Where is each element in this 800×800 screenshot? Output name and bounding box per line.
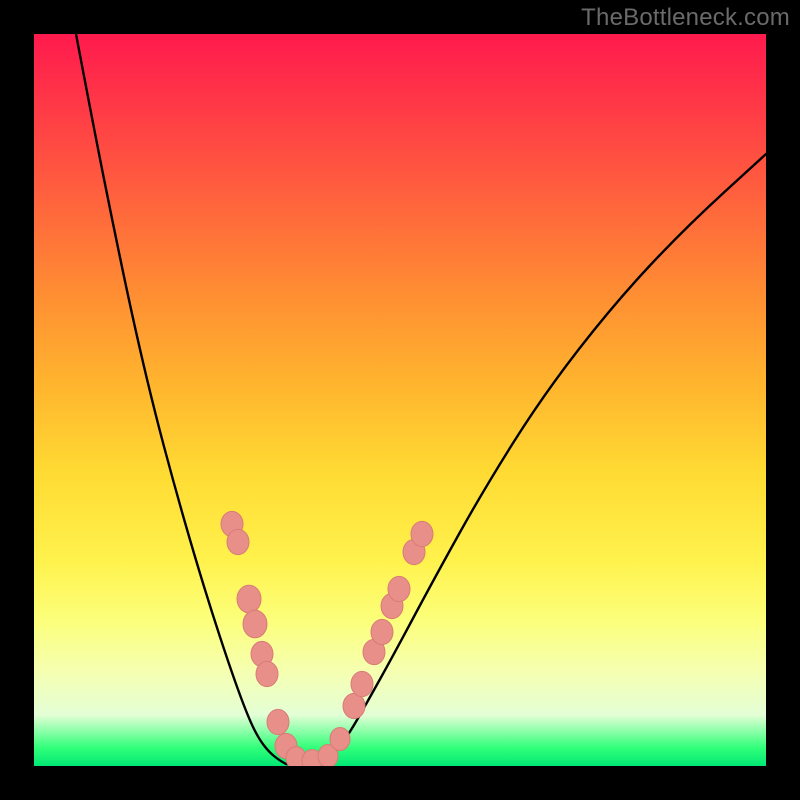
curve-bead	[267, 709, 289, 734]
curve-bead	[371, 619, 393, 644]
curve-bead	[411, 521, 433, 546]
curve-bead	[243, 610, 267, 638]
chart-svg	[34, 34, 766, 766]
chart-frame: TheBottleneck.com	[0, 0, 800, 800]
plot-area	[34, 34, 766, 766]
curve-bead	[237, 585, 261, 613]
curve-bead	[256, 661, 278, 686]
curve-bead	[388, 576, 410, 601]
bottleneck-curve	[76, 34, 766, 765]
curve-bead	[227, 529, 249, 554]
watermark-text: TheBottleneck.com	[581, 4, 790, 32]
curve-bead	[330, 728, 350, 751]
curve-bead	[351, 671, 373, 696]
